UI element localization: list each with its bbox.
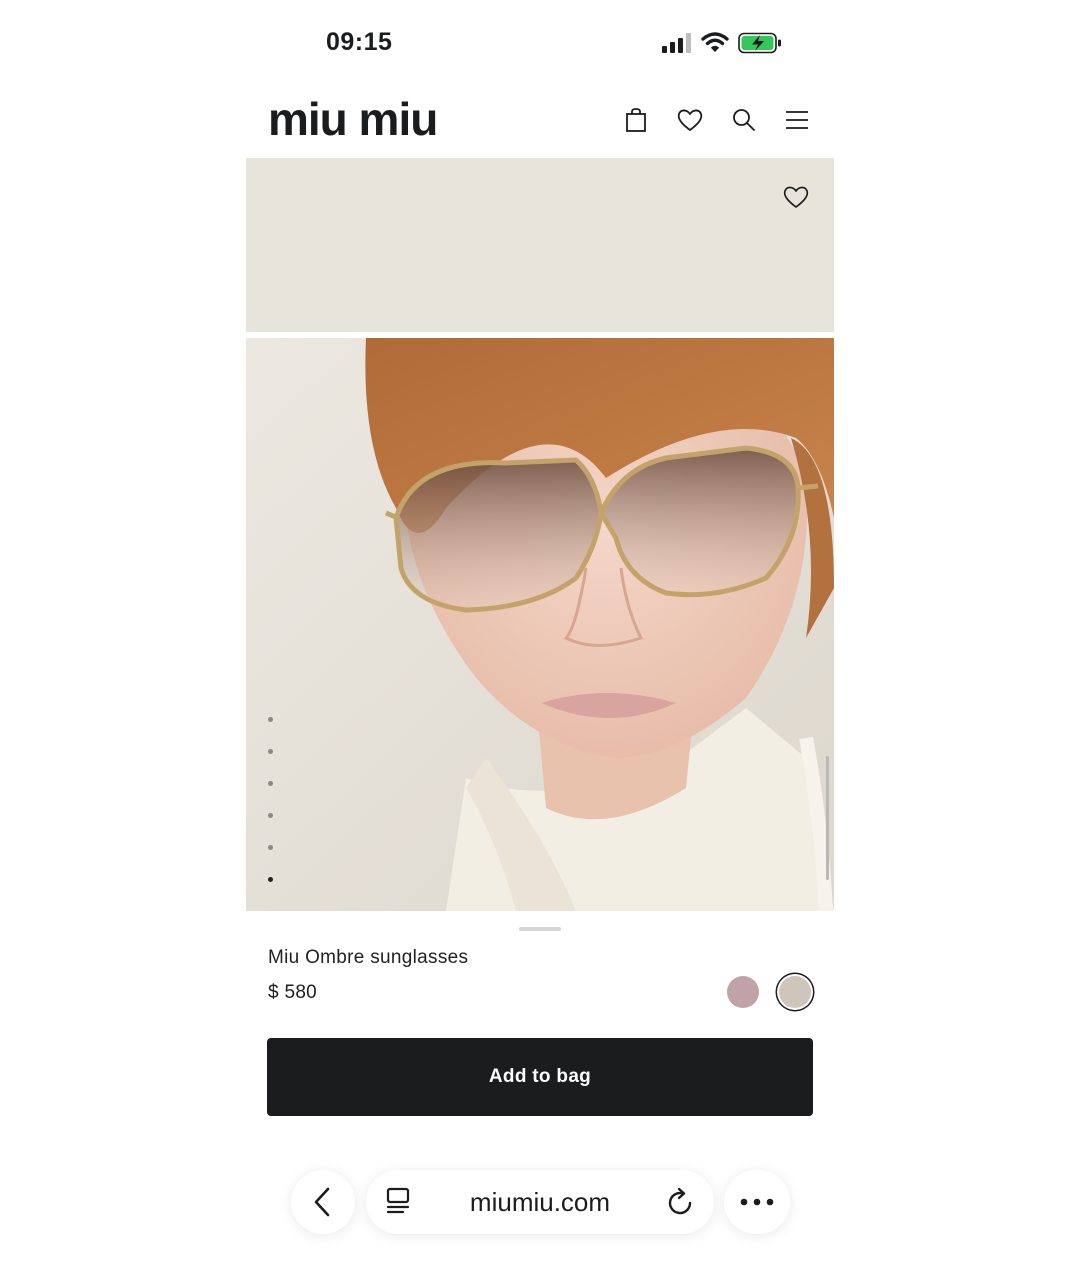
carousel-dot[interactable] [268, 845, 273, 850]
battery-charging-icon [738, 32, 781, 54]
url-text[interactable]: miumiu.com [366, 1187, 714, 1218]
heart-icon[interactable] [675, 105, 705, 135]
cellular-signal-icon [662, 33, 692, 53]
image-scrollbar[interactable] [826, 756, 829, 880]
carousel-dot[interactable] [268, 813, 273, 818]
more-icon [740, 1198, 774, 1206]
status-time: 09:15 [326, 28, 393, 56]
color-swatch-beige-selected[interactable] [779, 976, 811, 1008]
heart-outline-icon[interactable] [782, 183, 810, 209]
shopping-bag-icon[interactable] [621, 105, 651, 135]
search-icon[interactable] [729, 105, 759, 135]
carousel-dot[interactable] [268, 781, 273, 786]
carousel-dot-active[interactable] [268, 877, 273, 882]
wifi-icon [701, 32, 729, 52]
color-swatch-pink[interactable] [727, 976, 759, 1008]
carousel-dot[interactable] [268, 717, 273, 722]
browser-back-button[interactable] [291, 1170, 355, 1234]
product-photo[interactable] [246, 338, 834, 911]
add-to-bag-button[interactable]: Add to bag [267, 1038, 813, 1116]
carousel-dot[interactable] [268, 749, 273, 754]
back-chevron-icon [314, 1187, 330, 1217]
address-bar[interactable]: miumiu.com [366, 1170, 714, 1234]
model-wearing-sunglasses-image [246, 338, 834, 911]
product-price: $ 580 [268, 982, 318, 1003]
sheet-drag-handle[interactable] [519, 927, 561, 931]
browser-more-button[interactable] [724, 1170, 790, 1234]
product-name: Miu Ombre sunglasses [268, 947, 469, 968]
brand-logo[interactable]: miu miu [268, 94, 438, 144]
product-image-previous[interactable] [246, 158, 834, 332]
menu-icon[interactable] [782, 105, 812, 135]
reload-icon[interactable] [666, 1186, 696, 1218]
